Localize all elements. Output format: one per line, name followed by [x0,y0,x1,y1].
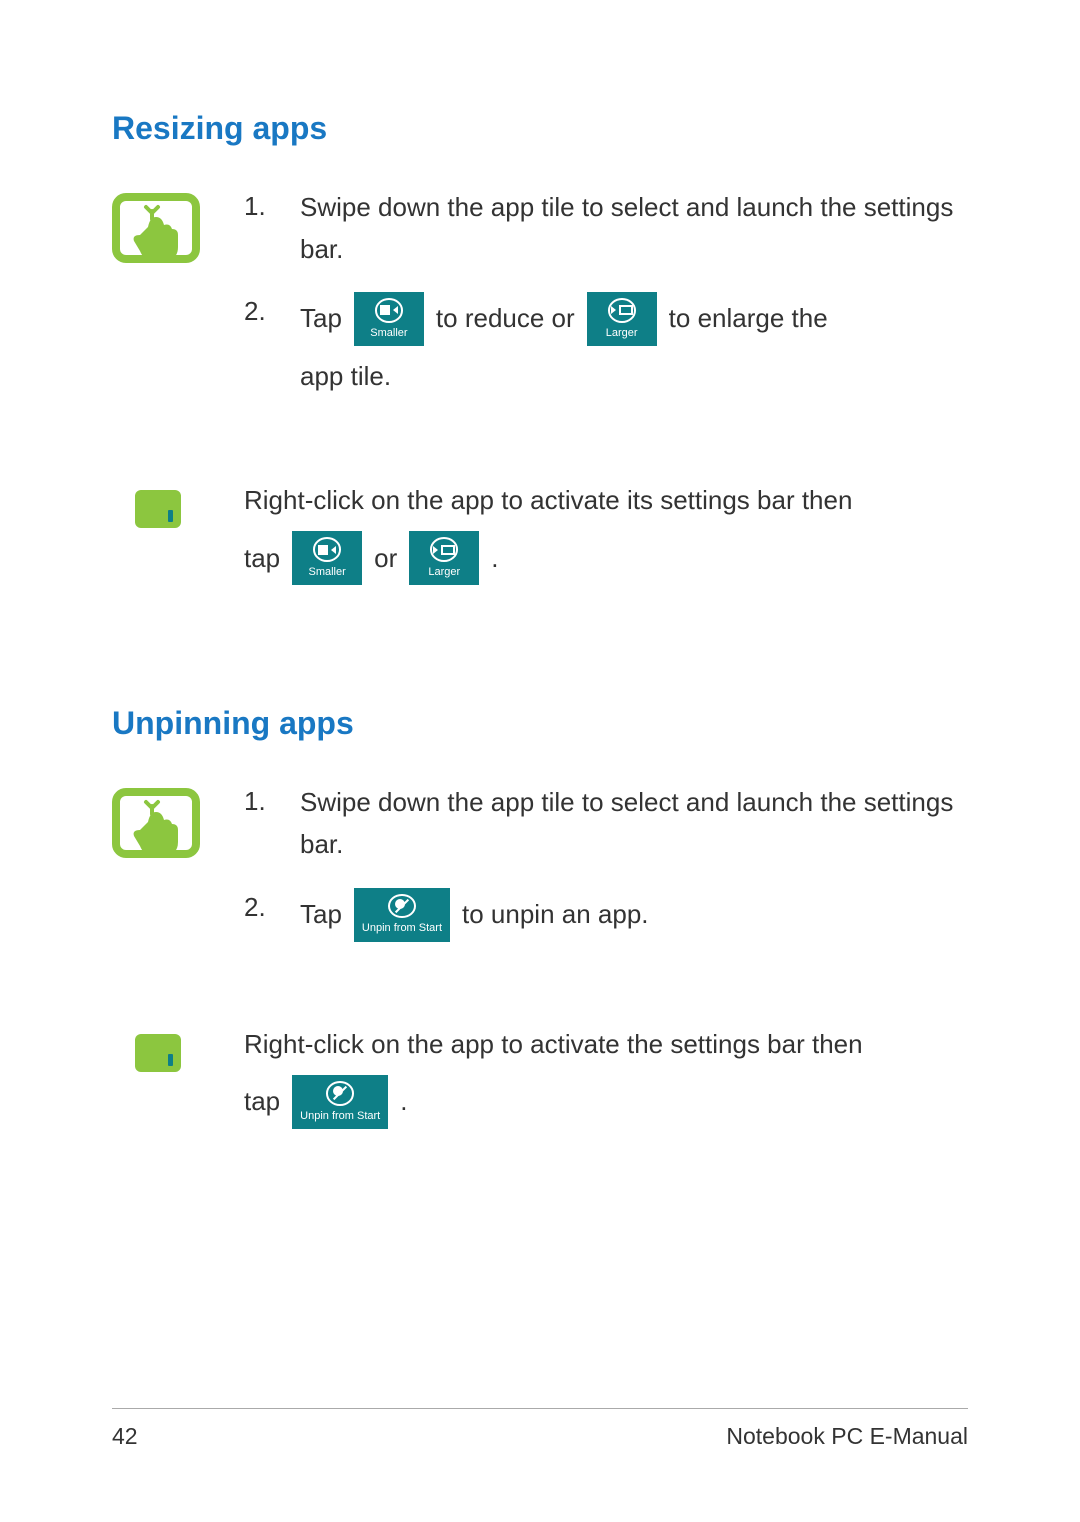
unpin-icon [326,1081,354,1105]
button-label: Larger [428,564,460,582]
step-text: Swipe down the app tile to select and la… [300,187,968,270]
text: Tap [300,298,342,340]
button-label: Smaller [370,325,407,343]
smaller-icon [375,298,403,322]
touchpad-icon [135,1034,181,1072]
touchscreen-swipe-icon [112,191,204,271]
step-number: 2. [244,888,300,927]
unpinning-touch-row: 1. Swipe down the app tile to select and… [112,782,968,963]
smaller-icon [313,537,341,561]
touchpad-icon-wrapper [112,484,204,528]
larger-icon [608,298,636,322]
text: to reduce or [436,298,575,340]
larger-icon [430,537,458,561]
resizing-touchpad-body: Right-click on the app to activate its s… [244,480,968,586]
unpinning-touchpad-body: Right-click on the app to activate the s… [244,1024,968,1130]
unpinning-touch-steps: 1. Swipe down the app tile to select and… [244,782,968,963]
heading-unpinning: Unpinning apps [112,705,968,742]
resizing-touch-row: 1. Swipe down the app tile to select and… [112,187,968,420]
page-footer: 42 Notebook PC E-Manual [112,1408,968,1450]
page-number: 42 [112,1423,138,1450]
larger-button[interactable]: Larger [409,531,479,585]
text: . [491,538,498,580]
text: to enlarge the [669,298,828,340]
text: Right-click on the app to activate its s… [244,480,968,522]
step-number: 2. [244,292,300,331]
text: app tile. [300,356,968,398]
smaller-button[interactable]: Smaller [292,531,362,585]
button-label: Larger [606,325,638,343]
page-content: Resizing apps 1. Swipe down the app tile… [0,0,1080,1129]
text: to unpin an app. [462,894,649,936]
step-number: 1. [244,187,300,226]
larger-button[interactable]: Larger [587,292,657,346]
step-number: 1. [244,782,300,821]
text: or [374,538,397,580]
text: Right-click on the app to activate the s… [244,1024,968,1066]
button-label: Unpin from Start [300,1108,380,1126]
button-label: Unpin from Start [362,920,442,938]
text: Tap [300,894,342,936]
smaller-button[interactable]: Smaller [354,292,424,346]
unpin-icon [388,894,416,918]
text: tap [244,1081,280,1123]
unpin-from-start-button[interactable]: Unpin from Start [354,888,450,942]
resizing-touch-steps: 1. Swipe down the app tile to select and… [244,187,968,420]
resizing-touchpad-row: Right-click on the app to activate its s… [112,480,968,586]
text: . [400,1081,407,1123]
unpin-from-start-button[interactable]: Unpin from Start [292,1075,388,1129]
unpinning-touchpad-row: Right-click on the app to activate the s… [112,1024,968,1130]
step-text: Swipe down the app tile to select and la… [300,782,968,865]
touchpad-icon [135,490,181,528]
document-title: Notebook PC E-Manual [726,1423,968,1450]
button-label: Smaller [309,564,346,582]
text: tap [244,538,280,580]
heading-resizing: Resizing apps [112,110,968,147]
touchscreen-swipe-icon [112,786,204,866]
touchpad-icon-wrapper [112,1028,204,1072]
